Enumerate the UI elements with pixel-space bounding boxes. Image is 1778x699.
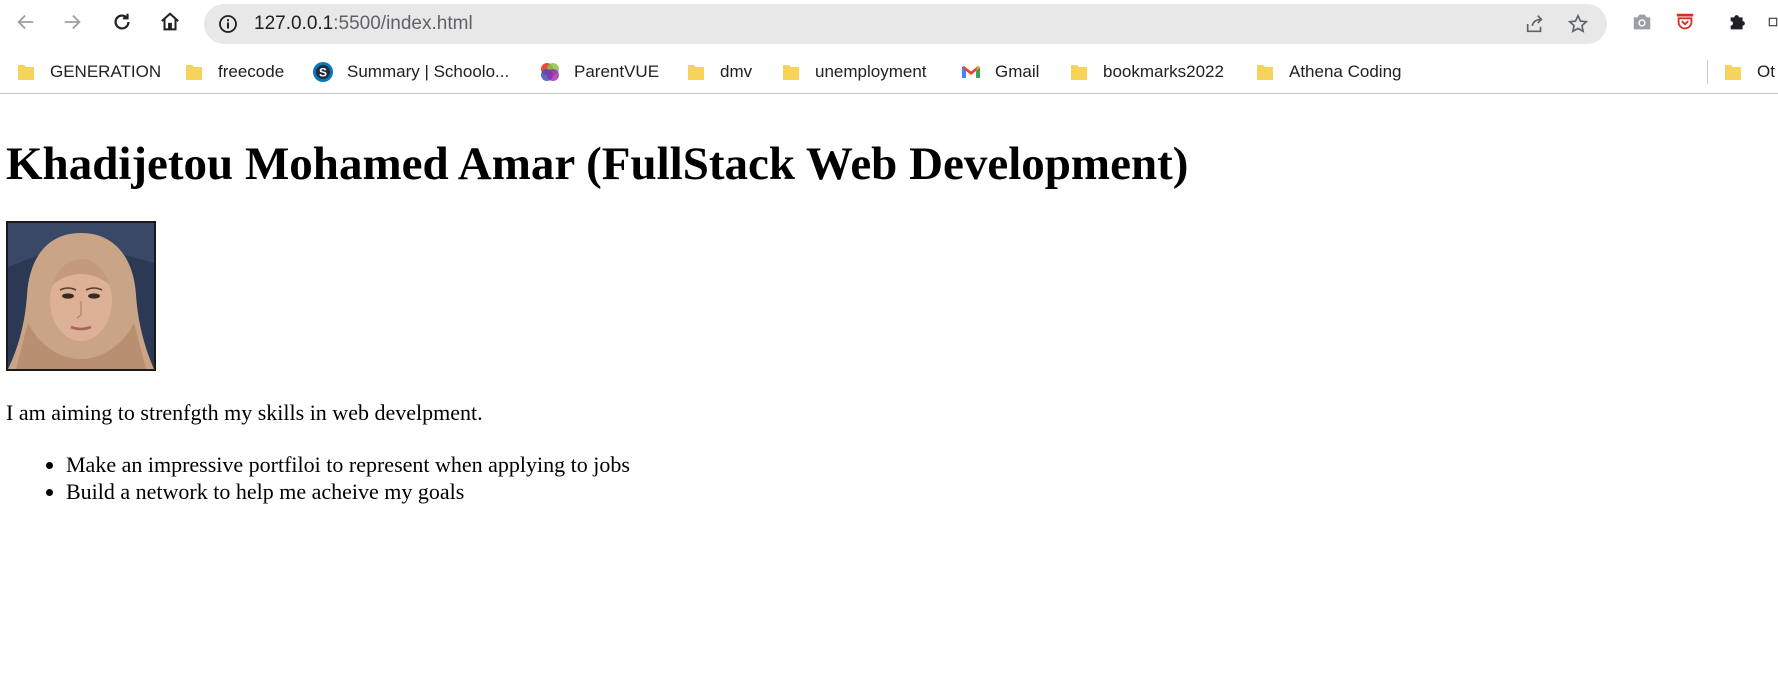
list-item: Make an impressive portfiloi to represen… xyxy=(66,451,630,478)
home-icon xyxy=(161,12,179,31)
reload-button[interactable] xyxy=(106,6,138,38)
share-icon xyxy=(1526,15,1543,33)
gmail-icon xyxy=(962,66,980,78)
bookmark-gmail[interactable]: Gmail xyxy=(961,57,1039,87)
bookmark-label: dmv xyxy=(720,62,753,81)
bookmark-label: ParentVUE xyxy=(574,62,660,81)
profile-photo xyxy=(6,221,156,371)
bookmark-label: bookmarks2022 xyxy=(1103,62,1224,81)
side-panel-button[interactable] xyxy=(1768,10,1778,34)
parentvue-icon xyxy=(541,63,559,81)
screenshot-extension-button[interactable] xyxy=(1630,10,1654,34)
page-title: Khadijetou Mohamed Amar (FullStack Web D… xyxy=(6,138,1189,190)
browser-toolbar: 127.0.0.1:5500/index.html xyxy=(0,0,1778,44)
folder-icon xyxy=(1257,65,1273,80)
bookmark-generation[interactable]: GENERATION xyxy=(16,57,161,87)
back-button[interactable] xyxy=(10,6,42,38)
address-bar[interactable]: 127.0.0.1:5500/index.html xyxy=(204,4,1607,44)
bookmark-bookmarks2022[interactable]: bookmarks2022 xyxy=(1069,57,1224,87)
list-item: Build a network to help me acheive my go… xyxy=(66,478,630,505)
bookmark-star-button[interactable] xyxy=(1566,12,1590,36)
forward-button[interactable] xyxy=(56,6,88,38)
arrow-right-icon xyxy=(64,14,81,30)
intro-paragraph: I am aiming to strenfgth my skills in we… xyxy=(6,400,483,425)
other-bookmarks-label: Ot xyxy=(1757,62,1775,81)
side-panel-icon xyxy=(1768,17,1778,27)
folder-icon xyxy=(1725,65,1741,80)
home-button[interactable] xyxy=(154,6,186,38)
bookmark-schoology[interactable]: S Summary | Schoolo... xyxy=(313,57,509,87)
camera-icon xyxy=(1633,14,1651,30)
bookmark-label: unemployment xyxy=(815,62,927,81)
goals-list: Make an impressive portfiloi to represen… xyxy=(66,451,630,505)
share-button[interactable] xyxy=(1523,12,1547,36)
url-path: :5500/index.html xyxy=(333,13,473,34)
pocket-extension-button[interactable] xyxy=(1673,10,1697,34)
pocket-icon xyxy=(1676,13,1694,30)
bookmark-dmv[interactable]: dmv xyxy=(686,57,752,87)
page-content: Khadijetou Mohamed Amar (FullStack Web D… xyxy=(0,95,1778,699)
folder-icon xyxy=(18,65,34,80)
site-info-icon[interactable] xyxy=(218,14,238,34)
bookmark-label: GENERATION xyxy=(50,62,162,81)
arrow-left-icon xyxy=(17,14,34,30)
bookmarks-divider xyxy=(1707,60,1708,84)
bookmark-freecode[interactable]: freecode xyxy=(184,57,284,87)
url-host: 127.0.0.1 xyxy=(254,13,334,34)
other-bookmarks[interactable]: Ot xyxy=(1723,57,1775,87)
reload-icon xyxy=(114,13,130,30)
schoology-icon: S xyxy=(313,62,333,82)
svg-text:S: S xyxy=(319,66,327,80)
bookmark-label: Gmail xyxy=(995,62,1040,81)
bookmark-label: Summary | Schoolo... xyxy=(347,62,510,81)
profile-portrait-image xyxy=(8,223,154,369)
bookmark-label: Athena Coding xyxy=(1289,62,1402,81)
bookmark-parentvue[interactable]: ParentVUE xyxy=(540,57,659,87)
extensions-button[interactable] xyxy=(1726,10,1750,34)
url-text[interactable]: 127.0.0.1:5500/index.html xyxy=(254,4,473,44)
bookmark-unemployment[interactable]: unemployment xyxy=(781,57,927,87)
folder-icon xyxy=(186,65,202,80)
bookmarks-bar: GENERATION freecode S Summary | Schoolo.… xyxy=(0,50,1778,94)
folder-icon xyxy=(783,65,799,80)
folder-icon xyxy=(688,65,704,80)
bookmark-label: freecode xyxy=(218,62,285,81)
puzzle-icon xyxy=(1730,15,1745,30)
folder-icon xyxy=(1071,65,1087,80)
bookmark-athena-coding[interactable]: Athena Coding xyxy=(1255,57,1401,87)
star-icon xyxy=(1567,13,1589,33)
